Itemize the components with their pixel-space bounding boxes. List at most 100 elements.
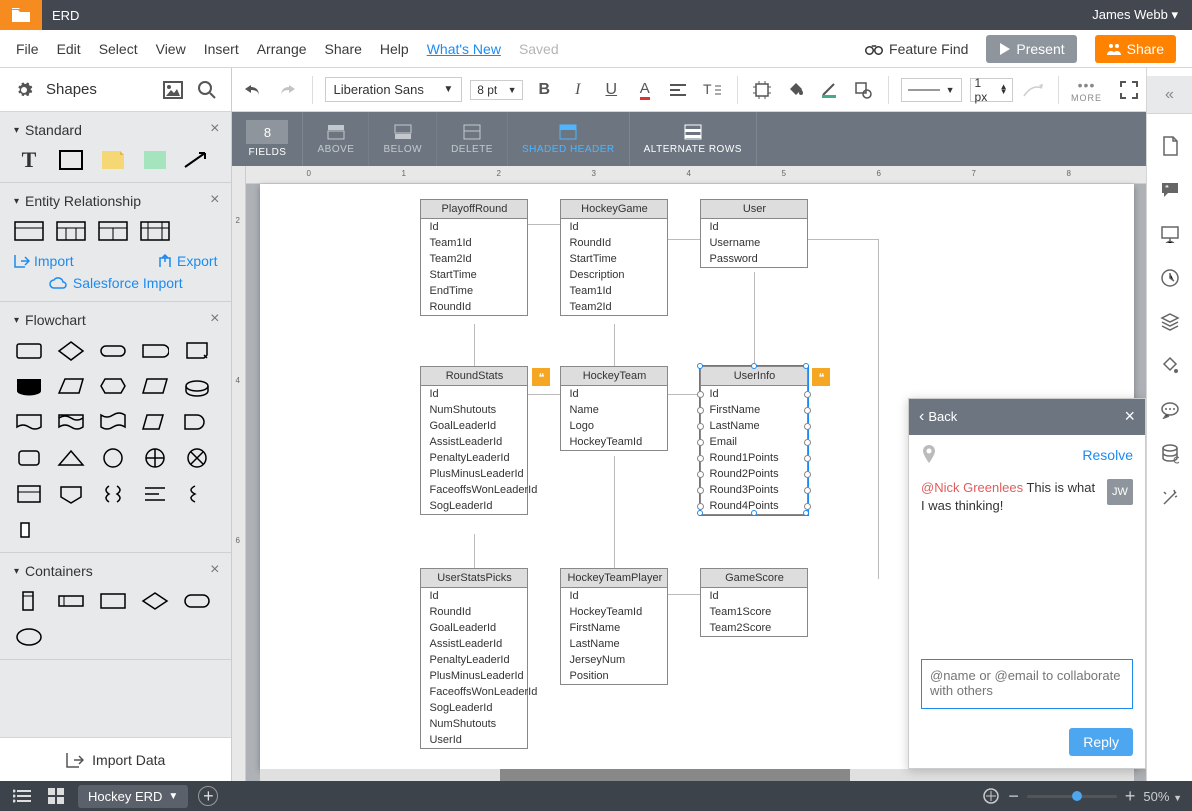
entity-field[interactable]: GoalLeaderId bbox=[421, 620, 527, 636]
container-shape-0[interactable] bbox=[14, 589, 44, 613]
erd-shaded-header-button[interactable]: SHADED HEADER bbox=[508, 112, 630, 166]
entity-field[interactable]: RoundId bbox=[421, 604, 527, 620]
line-style-select[interactable]: ▼ bbox=[901, 78, 962, 102]
flowchart-shape-24[interactable] bbox=[182, 482, 212, 506]
entity-header[interactable]: User bbox=[701, 200, 807, 219]
entity-field[interactable]: Id bbox=[561, 588, 667, 604]
entity-field[interactable]: Id bbox=[701, 386, 807, 402]
underline-button[interactable]: U bbox=[599, 77, 625, 103]
align-button[interactable] bbox=[666, 77, 692, 103]
zoom-in-button[interactable]: + bbox=[1125, 786, 1136, 807]
entity-field[interactable]: Team2Id bbox=[421, 251, 527, 267]
comment-badge[interactable]: ❝ bbox=[812, 368, 830, 386]
fill-button[interactable] bbox=[783, 77, 809, 103]
entity-field[interactable]: HockeyTeamId bbox=[561, 604, 667, 620]
container-shape-4[interactable] bbox=[182, 589, 212, 613]
er-shape-3[interactable] bbox=[98, 219, 128, 243]
line-options-button[interactable] bbox=[1021, 77, 1047, 103]
image-icon[interactable] bbox=[161, 78, 185, 102]
close-icon[interactable]: × bbox=[210, 120, 219, 138]
container-shape-5[interactable] bbox=[14, 625, 44, 649]
entity-header[interactable]: GameScore bbox=[701, 569, 807, 588]
er-shape-2[interactable] bbox=[56, 219, 86, 243]
entity-hockeygame[interactable]: HockeyGameIdRoundIdStartTimeDescriptionT… bbox=[560, 199, 668, 316]
entity-field[interactable]: EndTime bbox=[421, 283, 527, 299]
flowchart-shape-4[interactable] bbox=[182, 338, 212, 362]
flowchart-shape-9[interactable] bbox=[182, 374, 212, 398]
entity-header[interactable]: UserInfo bbox=[701, 367, 807, 386]
flowchart-shape-8[interactable] bbox=[140, 374, 170, 398]
entity-field[interactable]: AssistLeaderId bbox=[421, 636, 527, 652]
more-button[interactable]: •••MORE bbox=[1071, 77, 1102, 103]
entity-field[interactable]: Id bbox=[421, 219, 527, 235]
close-icon[interactable]: × bbox=[210, 191, 219, 209]
italic-button[interactable]: I bbox=[565, 77, 591, 103]
menu-help[interactable]: Help bbox=[380, 41, 409, 57]
flowchart-shape-20[interactable] bbox=[14, 482, 44, 506]
flowchart-shape-23[interactable] bbox=[140, 482, 170, 506]
entity-field[interactable]: GoalLeaderId bbox=[421, 418, 527, 434]
font-size-select[interactable]: 8 pt▼ bbox=[470, 80, 523, 100]
entity-field[interactable]: Name bbox=[561, 402, 667, 418]
erd-alternate-rows-button[interactable]: ALTERNATE ROWS bbox=[630, 112, 757, 166]
section-entity-header[interactable]: ▾Entity Relationship bbox=[14, 193, 217, 209]
entity-field[interactable]: Position bbox=[561, 668, 667, 684]
note-shape[interactable] bbox=[98, 148, 128, 172]
horizontal-scrollbar[interactable] bbox=[260, 769, 1134, 781]
flowchart-shape-11[interactable] bbox=[56, 410, 86, 434]
feature-find[interactable]: Feature Find bbox=[865, 41, 968, 57]
er-shape-1[interactable] bbox=[14, 219, 44, 243]
entity-field[interactable]: Username bbox=[701, 235, 807, 251]
document-title[interactable]: ERD bbox=[52, 8, 79, 23]
chat-icon[interactable] bbox=[1158, 398, 1182, 422]
menu-file[interactable]: File bbox=[16, 41, 39, 57]
entity-userstatspicks[interactable]: UserStatsPicksIdRoundIdGoalLeaderIdAssis… bbox=[420, 568, 528, 749]
entity-field[interactable]: Team1Id bbox=[561, 283, 667, 299]
entity-field[interactable]: FirstName bbox=[561, 620, 667, 636]
flowchart-shape-18[interactable] bbox=[140, 446, 170, 470]
layers-icon[interactable] bbox=[1158, 310, 1182, 334]
entity-playoffround[interactable]: PlayoffRoundIdTeam1IdTeam2IdStartTimeEnd… bbox=[420, 199, 528, 316]
entity-field[interactable]: Logo bbox=[561, 418, 667, 434]
flowchart-shape-12[interactable] bbox=[98, 410, 128, 434]
export-link[interactable]: Export bbox=[157, 253, 217, 269]
entity-field[interactable]: Round1Points bbox=[701, 450, 807, 466]
search-icon[interactable] bbox=[195, 78, 219, 102]
entity-header[interactable]: PlayoffRound bbox=[421, 200, 527, 219]
menu-edit[interactable]: Edit bbox=[57, 41, 81, 57]
flowchart-shape-0[interactable] bbox=[14, 338, 44, 362]
entity-field[interactable]: Id bbox=[421, 386, 527, 402]
line-width-input[interactable]: 1 px ▲▼ bbox=[970, 78, 1013, 102]
container-shape-3[interactable] bbox=[140, 589, 170, 613]
entity-field[interactable]: NumShutouts bbox=[421, 716, 527, 732]
comment-back-button[interactable]: ‹Back bbox=[919, 408, 957, 426]
history-icon[interactable] bbox=[1158, 266, 1182, 290]
comment-badge[interactable]: ❝ bbox=[532, 368, 550, 386]
menu-whats-new[interactable]: What's New bbox=[427, 41, 501, 57]
menu-insert[interactable]: Insert bbox=[204, 41, 239, 57]
entity-field[interactable]: PenaltyLeaderId bbox=[421, 652, 527, 668]
entity-header[interactable]: RoundStats bbox=[421, 367, 527, 386]
entity-field[interactable]: PenaltyLeaderId bbox=[421, 450, 527, 466]
arrow-shape[interactable] bbox=[182, 148, 212, 172]
list-view-icon[interactable] bbox=[10, 784, 34, 808]
font-select[interactable]: Liberation Sans▼ bbox=[325, 77, 463, 102]
entity-field[interactable]: SogLeaderId bbox=[421, 700, 527, 716]
entity-field[interactable]: Team1Score bbox=[701, 604, 807, 620]
presentation-icon[interactable] bbox=[1158, 222, 1182, 246]
menu-arrange[interactable]: Arrange bbox=[257, 41, 307, 57]
entity-field[interactable]: LastName bbox=[701, 418, 807, 434]
zoom-slider[interactable] bbox=[1027, 795, 1117, 798]
bold-button[interactable]: B bbox=[531, 77, 557, 103]
flowchart-shape-13[interactable] bbox=[140, 410, 170, 434]
text-shape[interactable]: T bbox=[14, 148, 44, 172]
location-icon[interactable] bbox=[921, 445, 937, 465]
entity-field[interactable]: Description bbox=[561, 267, 667, 283]
entity-hockeyteamplayer[interactable]: HockeyTeamPlayerIdHockeyTeamIdFirstNameL… bbox=[560, 568, 668, 685]
flowchart-shape-7[interactable] bbox=[98, 374, 128, 398]
import-data-button[interactable]: Import Data bbox=[0, 737, 231, 781]
flowchart-shape-19[interactable] bbox=[182, 446, 212, 470]
entity-field[interactable]: Round2Points bbox=[701, 466, 807, 482]
canvas[interactable]: 246 012345678 ❝ ❝ PlayoffRound bbox=[232, 166, 1146, 781]
undo-button[interactable] bbox=[240, 77, 266, 103]
